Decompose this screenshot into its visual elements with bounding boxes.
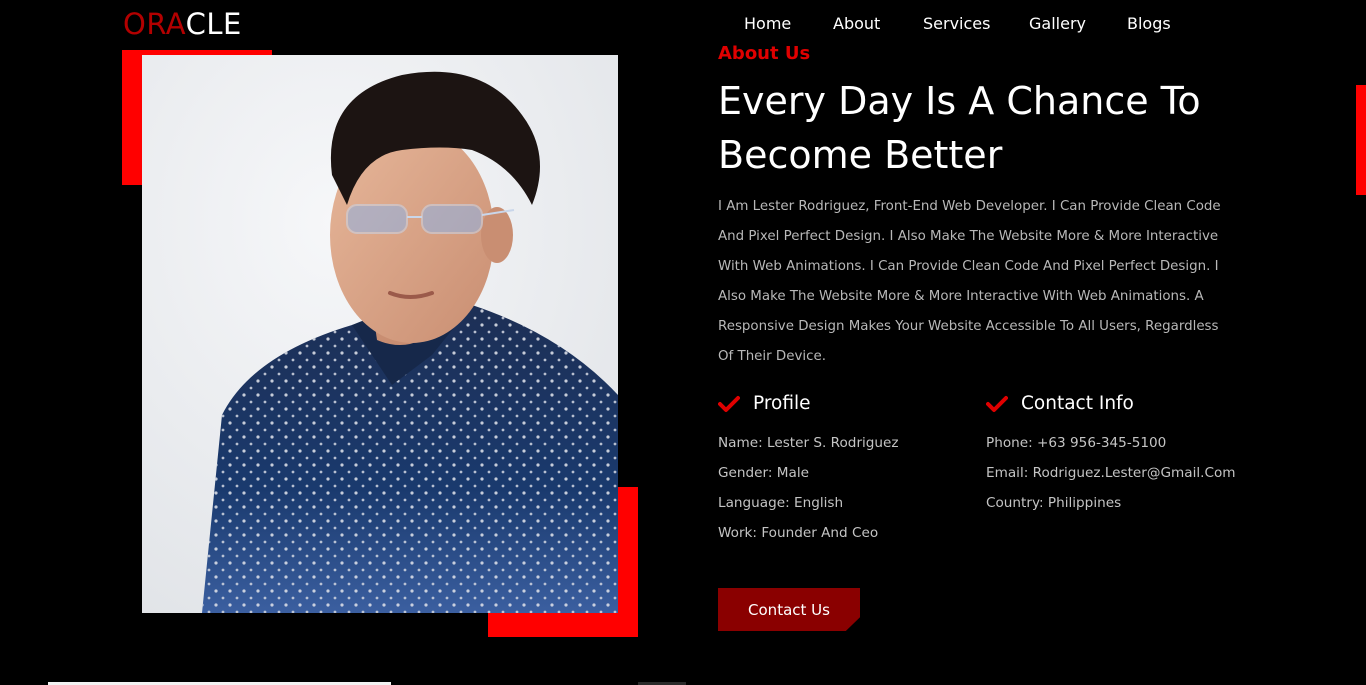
contact-heading: Contact Info <box>986 391 1134 417</box>
site-logo[interactable]: ORACLE <box>123 6 242 42</box>
logo-part1: ORA <box>123 7 186 41</box>
list-item: Phone: +63 956-345-5100 <box>986 435 1167 451</box>
decorative-side-accent <box>1356 85 1366 195</box>
list-item: Email: Rodriguez.Lester@Gmail.Com <box>986 465 1236 481</box>
intro-paragraph: I Am Lester Rodriguez, Front-End Web Dev… <box>718 199 1221 364</box>
profile-list: Name: Lester S. Rodriguez Gender: Male L… <box>718 428 899 548</box>
list-item: Language: English <box>718 495 844 511</box>
contact-list: Phone: +63 956-345-5100 Email: Rodriguez… <box>986 428 1236 518</box>
list-item: Gender: Male <box>718 465 809 481</box>
check-icon <box>986 396 1008 412</box>
list-item: Work: Founder And Ceo <box>718 525 879 541</box>
list-item: Name: Lester S. Rodriguez <box>718 435 899 451</box>
contact-us-button[interactable]: Contact Us <box>718 588 860 631</box>
profile-title: Profile <box>753 393 811 414</box>
nav-gallery[interactable]: Gallery <box>1029 12 1086 36</box>
list-item: Country: Philippines <box>986 495 1122 511</box>
nav-about[interactable]: About <box>833 12 880 36</box>
nav-home[interactable]: Home <box>744 12 791 36</box>
contact-title: Contact Info <box>1021 393 1134 414</box>
section-eyebrow: About Us <box>718 43 811 64</box>
section-headline: Every Day Is A Chance To Become Better <box>718 79 1201 177</box>
logo-part2: CLE <box>185 7 242 41</box>
profile-heading: Profile <box>718 391 811 417</box>
profile-photo <box>142 55 618 613</box>
check-icon <box>718 396 740 412</box>
nav-services[interactable]: Services <box>923 12 990 36</box>
nav-blogs[interactable]: Blogs <box>1127 12 1171 36</box>
